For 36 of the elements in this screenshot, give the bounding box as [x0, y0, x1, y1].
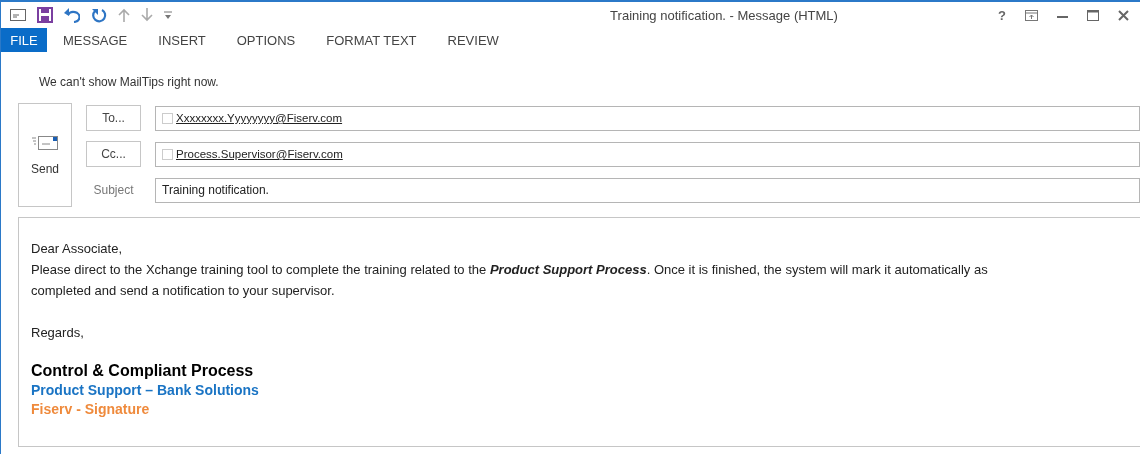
- ribbon-tab[interactable]: INSERT: [143, 28, 221, 52]
- customize-icon[interactable]: [164, 11, 172, 19]
- recipient-address[interactable]: Process.Supervisor@Fiserv.com: [176, 148, 343, 160]
- window-title: Training notification. - Message (HTML): [609, 7, 839, 23]
- ribbon-display-icon[interactable]: [1025, 9, 1038, 21]
- closing-text: Regards,: [31, 324, 85, 342]
- signature-line: Product Support – Bank Solutions: [31, 381, 260, 400]
- message-body[interactable]: [18, 217, 1140, 447]
- body-paragraph: Please direct to the Xchange training tool to complete the training related to the Product Support Process. Once it is finished, the system will mark it automatically as completed and send a notification to your supervisor.: [31, 261, 989, 300]
- send-envelope-icon[interactable]: [32, 134, 58, 150]
- address-book-button[interactable]: To...: [86, 105, 141, 131]
- send-button[interactable]: Send: [18, 103, 72, 207]
- recipient-field[interactable]: Xxxxxxxx.Yyyyyyyy@Fiserv.com: [155, 105, 1140, 131]
- ribbon-tab[interactable]: REVIEW: [432, 28, 514, 52]
- redo-icon[interactable]: [91, 7, 107, 23]
- subject-field[interactable]: Training notification.: [155, 177, 1140, 203]
- maximize-icon[interactable]: [1087, 9, 1099, 21]
- help-button[interactable]: ?: [998, 7, 1006, 23]
- checkbox[interactable]: [162, 112, 173, 124]
- signature-line: Control & Compliant Process: [31, 361, 255, 381]
- recipient-field[interactable]: Process.Supervisor@Fiserv.com: [155, 141, 1140, 167]
- ribbon-tab[interactable]: FORMAT TEXT: [311, 28, 432, 52]
- save-icon[interactable]: [37, 7, 53, 23]
- address-book-button[interactable]: Cc...: [86, 141, 141, 167]
- greeting-text: Dear Associate,: [31, 240, 124, 258]
- mailtips-message: We can't show MailTips right now.: [38, 74, 220, 91]
- recipient-address[interactable]: Xxxxxxxx.Yyyyyyyy@Fiserv.com: [176, 112, 343, 124]
- ribbon-tab[interactable]: OPTIONS: [221, 28, 311, 52]
- close-icon[interactable]: [1118, 9, 1129, 21]
- ribbon-tab[interactable]: FILE: [1, 28, 47, 52]
- undo-icon[interactable]: [64, 7, 80, 23]
- envelope-icon[interactable]: [10, 9, 26, 21]
- signature-line: Fiserv - Signature: [31, 400, 151, 419]
- checkbox[interactable]: [162, 148, 173, 160]
- ribbon-tab[interactable]: MESSAGE: [48, 28, 143, 52]
- subject-label: Subject: [92, 183, 135, 197]
